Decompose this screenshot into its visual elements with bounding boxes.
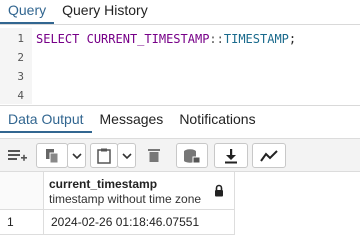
- save-data-icon: [184, 148, 201, 163]
- paste-button[interactable]: [90, 143, 118, 168]
- keyword-select: SELECT: [36, 32, 80, 46]
- sql-editor[interactable]: 1 2 3 4 SELECT CURRENT_TIMESTAMP::TIMEST…: [0, 28, 360, 104]
- result-grid: current_timestamp timestamp without time…: [0, 172, 360, 245]
- output-tabs: Data Output Messages Notifications: [0, 109, 264, 133]
- row-number-label: 1: [7, 215, 14, 229]
- chevron-down-icon: [71, 152, 82, 159]
- graph-visualiser-button[interactable]: [252, 143, 286, 168]
- tab-messages[interactable]: Messages: [92, 109, 172, 131]
- cell-value: 2024-02-26 01:18:46.07551: [51, 215, 200, 229]
- line-number: 2: [17, 51, 24, 64]
- add-row-button[interactable]: [3, 143, 31, 166]
- query-tabs: Query Query History: [0, 0, 156, 24]
- copy-options-dropdown[interactable]: [67, 143, 86, 168]
- chevron-down-icon: [121, 152, 132, 159]
- download-icon: [225, 148, 237, 163]
- delete-button[interactable]: [141, 143, 167, 166]
- column-name: current_timestamp: [49, 177, 158, 191]
- row-number-header[interactable]: [0, 172, 44, 210]
- line-number: 4: [17, 89, 24, 102]
- type-timestamp: TIMESTAMP: [223, 32, 289, 46]
- line-gutter: 1 2 3 4: [0, 28, 32, 104]
- delete-icon: [148, 148, 160, 162]
- table-cell[interactable]: 2024-02-26 01:18:46.07551: [44, 210, 235, 235]
- editor-divider: [0, 105, 360, 106]
- lock-icon: [215, 184, 223, 197]
- statement-terminator: ;: [288, 32, 297, 46]
- tab-notifications[interactable]: Notifications: [171, 109, 263, 131]
- column-header[interactable]: current_timestamp timestamp without time…: [44, 172, 235, 210]
- line-number: 3: [17, 70, 24, 83]
- row-number[interactable]: 1: [0, 210, 44, 235]
- cast-operator: ::: [209, 32, 224, 46]
- line-number: 1: [17, 32, 24, 45]
- save-data-button[interactable]: [176, 143, 208, 168]
- keyword-current-timestamp: CURRENT_TIMESTAMP: [86, 32, 210, 46]
- tab-query-history[interactable]: Query History: [54, 0, 156, 22]
- tab-query[interactable]: Query: [0, 0, 55, 24]
- paste-icon: [97, 148, 111, 164]
- download-button[interactable]: [214, 143, 248, 168]
- column-type: timestamp without time zone: [49, 192, 202, 206]
- tab-data-output[interactable]: Data Output: [0, 109, 92, 133]
- copy-icon: [46, 148, 59, 163]
- paste-options-dropdown[interactable]: [117, 143, 136, 168]
- data-toolbar: [0, 138, 360, 172]
- copy-button[interactable]: [36, 143, 68, 168]
- add-row-icon: [8, 149, 27, 161]
- sql-code-line[interactable]: SELECT CURRENT_TIMESTAMP::TIMESTAMP;: [36, 32, 296, 46]
- tab-divider: [0, 24, 360, 25]
- graph-icon: [260, 149, 278, 162]
